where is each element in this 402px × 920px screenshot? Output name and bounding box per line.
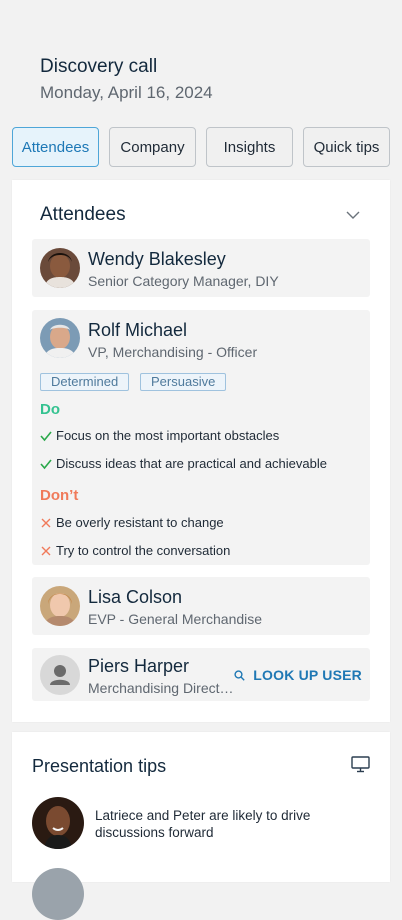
tab-bar: Attendees Company Insights Quick tips (12, 127, 390, 167)
do-item-text: Discuss ideas that are practical and ach… (56, 456, 327, 471)
avatar (40, 586, 80, 626)
monitor-icon[interactable] (351, 756, 370, 773)
check-icon (40, 458, 52, 469)
dont-item: Be overly resistant to change (40, 515, 224, 530)
search-icon (234, 669, 245, 681)
avatar (32, 868, 84, 920)
attendee-name: Lisa Colson (88, 587, 183, 607)
attendee-item[interactable]: Wendy Blakesley Senior Category Manager,… (32, 239, 370, 297)
dont-item-text: Be overly resistant to change (56, 515, 224, 530)
attendee-item[interactable]: Lisa Colson EVP - General Merchandise (32, 577, 370, 635)
close-icon (41, 546, 51, 555)
meeting-date: Monday, April 16, 2024 (40, 83, 213, 102)
dont-item: Try to control the conversation (40, 543, 230, 558)
avatar (40, 318, 80, 358)
attendee-name: Piers Harper (88, 656, 190, 676)
tip-text: Latriece and Peter are likely to drive d… (95, 808, 311, 840)
user-placeholder-icon (40, 655, 80, 695)
avatar (32, 797, 84, 849)
tab-quick-tips[interactable]: Quick tips (303, 127, 390, 167)
attendee-name: Rolf Michael (88, 320, 188, 340)
attendee-item-expanded[interactable]: Rolf Michael VP, Merchandising - Officer… (32, 310, 370, 565)
meeting-title: Discovery call (40, 56, 158, 77)
attendee-role: EVP - General Merchandise (88, 611, 263, 627)
look-up-user-label: LOOK UP USER (253, 667, 362, 683)
do-item: Discuss ideas that are practical and ach… (40, 456, 327, 471)
close-icon (41, 518, 51, 527)
dont-item-text: Try to control the conversation (56, 543, 231, 558)
tab-attendees[interactable]: Attendees (12, 127, 99, 167)
do-heading: Do (40, 401, 60, 418)
attendee-name: Wendy Blakesley (88, 249, 226, 269)
trait-tag: Determined (40, 373, 130, 391)
attendees-card: Attendees Wendy Blakesley Senior Categor… (12, 180, 390, 722)
trait-tag: Persuasive (140, 373, 227, 391)
dont-heading: Don’t (40, 487, 79, 504)
presentation-tips-title: Presentation tips (32, 756, 167, 776)
attendee-item[interactable]: Piers Harper Merchandising Direct… LOOK … (32, 648, 370, 701)
avatar (40, 248, 80, 288)
look-up-user-button[interactable]: LOOK UP USER (234, 667, 362, 683)
attendee-role: VP, Merchandising - Officer (88, 344, 258, 360)
presentation-tips-card: Presentation tips Latriece and Peter are… (12, 732, 390, 920)
do-item: Focus on the most important obstacles (40, 428, 279, 443)
check-icon (40, 430, 52, 441)
attendees-title: Attendees (40, 204, 126, 225)
attendee-role: Senior Category Manager, DIY (88, 273, 279, 289)
chevron-down-icon[interactable] (346, 210, 360, 220)
tab-insights[interactable]: Insights (206, 127, 293, 167)
do-item-text: Focus on the most important obstacles (56, 428, 280, 443)
attendee-role: Merchandising Direct… (88, 680, 234, 696)
tab-company[interactable]: Company (109, 127, 196, 167)
meeting-header: Discovery call Monday, April 16, 2024 (40, 56, 213, 104)
